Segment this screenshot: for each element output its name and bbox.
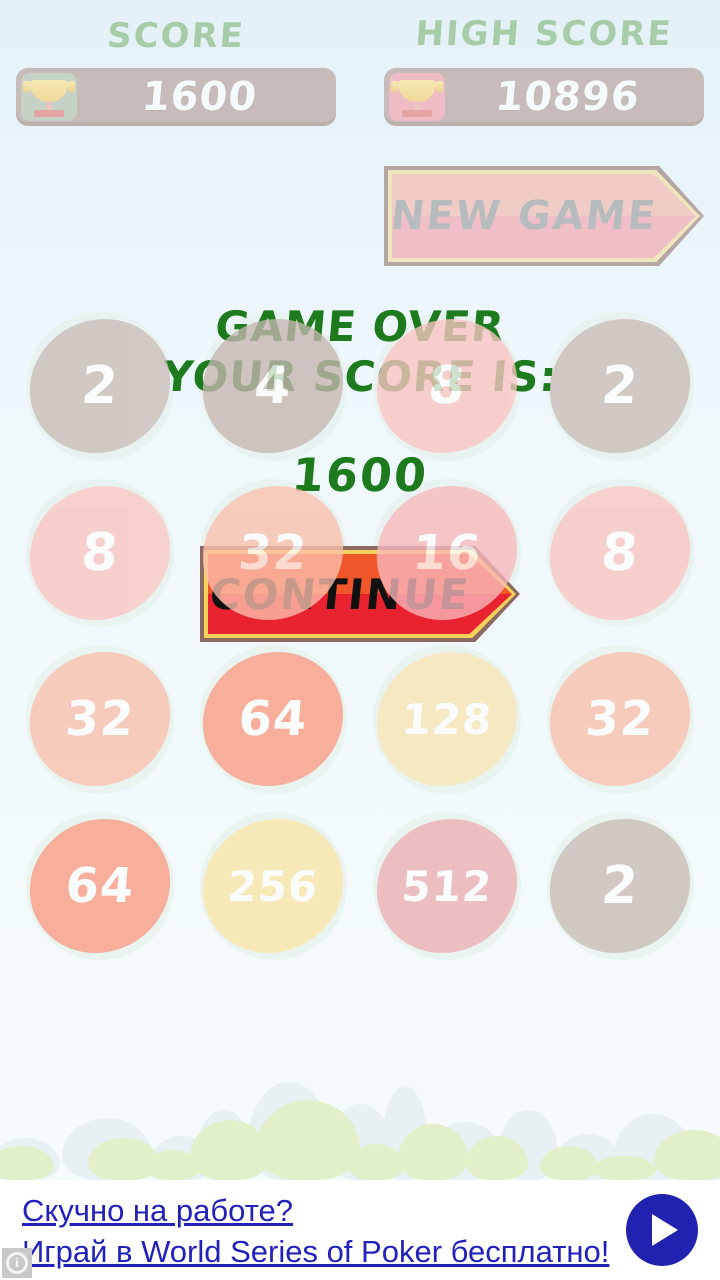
score-panel: 1600 — [16, 68, 336, 126]
grid-cell: 64 — [16, 806, 184, 967]
grid-cell: 8 — [537, 473, 705, 634]
grid-cell: 128 — [363, 639, 531, 800]
score-value: 1600 — [139, 74, 260, 120]
new-game-button[interactable]: New Game — [384, 166, 704, 266]
trophy-icon — [21, 73, 77, 121]
ad-subline-link[interactable]: Играй в World Series of Poker бесплатно! — [22, 1234, 609, 1270]
grid-cell: 2 — [537, 806, 705, 967]
new-game-button-label: New Game — [388, 193, 660, 239]
grid-cell: 4 — [190, 306, 358, 467]
high-score-value: 10896 — [493, 74, 642, 120]
ad-banner[interactable]: Скучно на работе? Играй в World Series o… — [0, 1180, 720, 1280]
high-score-label: High Score — [414, 14, 674, 54]
grid-cell: 32 — [537, 639, 705, 800]
trophy-icon — [389, 73, 445, 121]
game-screen: Score High Score 1600 10896 New Game 248… — [0, 0, 720, 1280]
grid-cell: 64 — [190, 639, 358, 800]
grid-cell: 256 — [190, 806, 358, 967]
score-label: Score — [105, 16, 247, 56]
grid-cell: 512 — [363, 806, 531, 967]
grid-cell: 32 — [16, 639, 184, 800]
high-score-panel: 10896 — [384, 68, 704, 126]
info-glyph: i — [6, 1252, 28, 1274]
grid-cell: 2 — [537, 306, 705, 467]
bush-decoration — [0, 1070, 720, 1180]
play-icon[interactable] — [626, 1194, 698, 1266]
ad-headline-link[interactable]: Скучно на работе? — [22, 1193, 293, 1229]
info-icon[interactable]: i — [2, 1248, 32, 1278]
grid-cell: 8 — [363, 306, 531, 467]
grid-cell: 8 — [16, 473, 184, 634]
grid-cell: 2 — [16, 306, 184, 467]
